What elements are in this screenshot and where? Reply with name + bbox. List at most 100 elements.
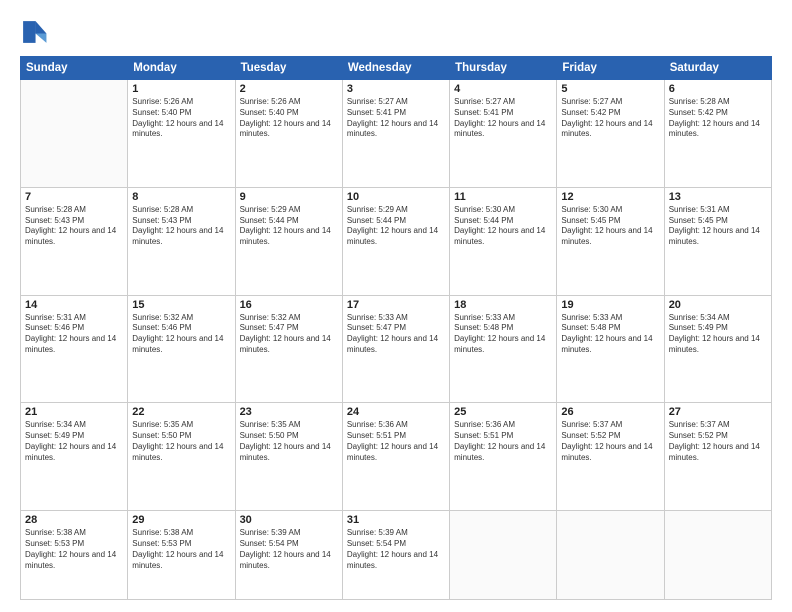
day-info: Sunrise: 5:38 AM Sunset: 5:53 PM Dayligh… xyxy=(25,528,123,571)
day-info: Sunrise: 5:28 AM Sunset: 5:43 PM Dayligh… xyxy=(132,205,230,248)
calendar-cell: 25Sunrise: 5:36 AM Sunset: 5:51 PM Dayli… xyxy=(450,403,557,511)
day-number: 9 xyxy=(240,191,338,203)
day-info: Sunrise: 5:28 AM Sunset: 5:42 PM Dayligh… xyxy=(669,97,767,140)
calendar-cell: 2 Sunrise: 5:26 AM Sunset: 5:40 PM Daylig… xyxy=(235,80,342,188)
day-info: Sunrise: 5:32 AM Sunset: 5:47 PM Dayligh… xyxy=(240,313,338,356)
calendar-cell xyxy=(557,511,664,600)
calendar-cell: 31 Sunrise: 5:39 AM Sunset: 5:54 PM Dayli… xyxy=(342,511,449,600)
day-info: Sunrise: 5:38 AM Sunset: 5:53 PM Dayligh… xyxy=(132,528,230,571)
day-info: Sunrise: 5:26 AM Sunset: 5:40 PM Dayligh… xyxy=(240,97,338,140)
day-info: Sunrise: 5:39 AM Sunset: 5:54 PM Dayligh… xyxy=(240,528,338,571)
calendar-cell: 15 Sunrise: 5:32 AM Sunset: 5:46 PM Dayli… xyxy=(128,295,235,403)
day-info: Sunrise: 5:33 AM Sunset: 5:48 PM Dayligh… xyxy=(561,313,659,356)
day-info: Sunrise: 5:30 AM Sunset: 5:44 PM Dayligh… xyxy=(454,205,552,248)
calendar-cell xyxy=(21,80,128,188)
calendar-cell: 21Sunrise: 5:34 AM Sunset: 5:49 PM Dayli… xyxy=(21,403,128,511)
day-info: Sunrise: 5:28 AM Sunset: 5:43 PM Dayligh… xyxy=(25,205,123,248)
weekday-header-thursday: Thursday xyxy=(450,57,557,80)
week-row-2: 7 Sunrise: 5:28 AM Sunset: 5:43 PM Daylig… xyxy=(21,187,772,295)
calendar-cell: 6 Sunrise: 5:28 AM Sunset: 5:42 PM Daylig… xyxy=(664,80,771,188)
day-number: 18 xyxy=(454,299,552,311)
calendar-cell: 27 Sunrise: 5:37 AM Sunset: 5:52 PM Dayli… xyxy=(664,403,771,511)
day-number: 17 xyxy=(347,299,445,311)
page: SundayMondayTuesdayWednesdayThursdayFrid… xyxy=(0,0,792,612)
day-number: 12 xyxy=(561,191,659,203)
day-info: Sunrise: 5:35 AM Sunset: 5:50 PM Dayligh… xyxy=(132,420,230,463)
weekday-header-row: SundayMondayTuesdayWednesdayThursdayFrid… xyxy=(21,57,772,80)
calendar-cell: 29 Sunrise: 5:38 AM Sunset: 5:53 PM Dayli… xyxy=(128,511,235,600)
day-info: Sunrise: 5:32 AM Sunset: 5:46 PM Dayligh… xyxy=(132,313,230,356)
day-number: 14 xyxy=(25,299,123,311)
day-number: 3 xyxy=(347,83,445,95)
week-row-1: 1 Sunrise: 5:26 AM Sunset: 5:40 PM Daylig… xyxy=(21,80,772,188)
day-info: Sunrise: 5:26 AM Sunset: 5:40 PM Dayligh… xyxy=(132,97,230,140)
header xyxy=(20,18,772,46)
weekday-header-sunday: Sunday xyxy=(21,57,128,80)
day-number: 31 xyxy=(347,514,445,526)
day-number: 25 xyxy=(454,406,552,418)
day-number: 20 xyxy=(669,299,767,311)
calendar-cell: 7 Sunrise: 5:28 AM Sunset: 5:43 PM Daylig… xyxy=(21,187,128,295)
day-info: Sunrise: 5:34 AM Sunset: 5:49 PM Dayligh… xyxy=(669,313,767,356)
day-number: 16 xyxy=(240,299,338,311)
day-info: Sunrise: 5:29 AM Sunset: 5:44 PM Dayligh… xyxy=(347,205,445,248)
calendar-cell: 28 Sunrise: 5:38 AM Sunset: 5:53 PM Dayli… xyxy=(21,511,128,600)
calendar-cell: 19 Sunrise: 5:33 AM Sunset: 5:48 PM Dayli… xyxy=(557,295,664,403)
day-number: 6 xyxy=(669,83,767,95)
calendar-cell: 14 Sunrise: 5:31 AM Sunset: 5:46 PM Dayli… xyxy=(21,295,128,403)
logo xyxy=(20,18,52,46)
calendar-cell: 20 Sunrise: 5:34 AM Sunset: 5:49 PM Dayli… xyxy=(664,295,771,403)
day-info: Sunrise: 5:31 AM Sunset: 5:45 PM Dayligh… xyxy=(669,205,767,248)
day-info: Sunrise: 5:34 AM Sunset: 5:49 PM Dayligh… xyxy=(25,420,123,463)
day-info: Sunrise: 5:27 AM Sunset: 5:41 PM Dayligh… xyxy=(454,97,552,140)
day-info: Sunrise: 5:39 AM Sunset: 5:54 PM Dayligh… xyxy=(347,528,445,571)
day-number: 11 xyxy=(454,191,552,203)
day-info: Sunrise: 5:29 AM Sunset: 5:44 PM Dayligh… xyxy=(240,205,338,248)
calendar-cell: 12 Sunrise: 5:30 AM Sunset: 5:45 PM Dayli… xyxy=(557,187,664,295)
calendar-cell: 9 Sunrise: 5:29 AM Sunset: 5:44 PM Daylig… xyxy=(235,187,342,295)
weekday-header-friday: Friday xyxy=(557,57,664,80)
day-info: Sunrise: 5:36 AM Sunset: 5:51 PM Dayligh… xyxy=(347,420,445,463)
day-number: 10 xyxy=(347,191,445,203)
calendar-cell: 16 Sunrise: 5:32 AM Sunset: 5:47 PM Dayli… xyxy=(235,295,342,403)
day-info: Sunrise: 5:27 AM Sunset: 5:41 PM Dayligh… xyxy=(347,97,445,140)
weekday-header-saturday: Saturday xyxy=(664,57,771,80)
calendar-cell: 24 Sunrise: 5:36 AM Sunset: 5:51 PM Dayli… xyxy=(342,403,449,511)
day-number: 7 xyxy=(25,191,123,203)
calendar-cell: 30 Sunrise: 5:39 AM Sunset: 5:54 PM Dayli… xyxy=(235,511,342,600)
day-number: 24 xyxy=(347,406,445,418)
day-info: Sunrise: 5:33 AM Sunset: 5:47 PM Dayligh… xyxy=(347,313,445,356)
day-number: 27 xyxy=(669,406,767,418)
day-info: Sunrise: 5:27 AM Sunset: 5:42 PM Dayligh… xyxy=(561,97,659,140)
weekday-header-monday: Monday xyxy=(128,57,235,80)
calendar-cell: 13 Sunrise: 5:31 AM Sunset: 5:45 PM Dayli… xyxy=(664,187,771,295)
day-number: 1 xyxy=(132,83,230,95)
day-info: Sunrise: 5:35 AM Sunset: 5:50 PM Dayligh… xyxy=(240,420,338,463)
day-number: 28 xyxy=(25,514,123,526)
day-number: 19 xyxy=(561,299,659,311)
logo-icon xyxy=(20,18,48,46)
calendar-cell: 11 Sunrise: 5:30 AM Sunset: 5:44 PM Dayli… xyxy=(450,187,557,295)
week-row-3: 14 Sunrise: 5:31 AM Sunset: 5:46 PM Dayli… xyxy=(21,295,772,403)
day-info: Sunrise: 5:30 AM Sunset: 5:45 PM Dayligh… xyxy=(561,205,659,248)
week-row-4: 21Sunrise: 5:34 AM Sunset: 5:49 PM Dayli… xyxy=(21,403,772,511)
day-number: 2 xyxy=(240,83,338,95)
day-info: Sunrise: 5:37 AM Sunset: 5:52 PM Dayligh… xyxy=(561,420,659,463)
calendar-cell: 5Sunrise: 5:27 AM Sunset: 5:42 PM Daylig… xyxy=(557,80,664,188)
weekday-header-wednesday: Wednesday xyxy=(342,57,449,80)
calendar-cell: 26 Sunrise: 5:37 AM Sunset: 5:52 PM Dayli… xyxy=(557,403,664,511)
day-number: 30 xyxy=(240,514,338,526)
day-number: 26 xyxy=(561,406,659,418)
calendar-cell: 10 Sunrise: 5:29 AM Sunset: 5:44 PM Dayli… xyxy=(342,187,449,295)
calendar-cell: 1 Sunrise: 5:26 AM Sunset: 5:40 PM Daylig… xyxy=(128,80,235,188)
calendar-cell: 3 Sunrise: 5:27 AM Sunset: 5:41 PM Daylig… xyxy=(342,80,449,188)
calendar-table: SundayMondayTuesdayWednesdayThursdayFrid… xyxy=(20,56,772,600)
day-number: 29 xyxy=(132,514,230,526)
day-info: Sunrise: 5:31 AM Sunset: 5:46 PM Dayligh… xyxy=(25,313,123,356)
week-row-5: 28 Sunrise: 5:38 AM Sunset: 5:53 PM Dayli… xyxy=(21,511,772,600)
day-number: 13 xyxy=(669,191,767,203)
day-number: 15 xyxy=(132,299,230,311)
calendar-cell: 23Sunrise: 5:35 AM Sunset: 5:50 PM Dayli… xyxy=(235,403,342,511)
day-info: Sunrise: 5:33 AM Sunset: 5:48 PM Dayligh… xyxy=(454,313,552,356)
day-info: Sunrise: 5:37 AM Sunset: 5:52 PM Dayligh… xyxy=(669,420,767,463)
